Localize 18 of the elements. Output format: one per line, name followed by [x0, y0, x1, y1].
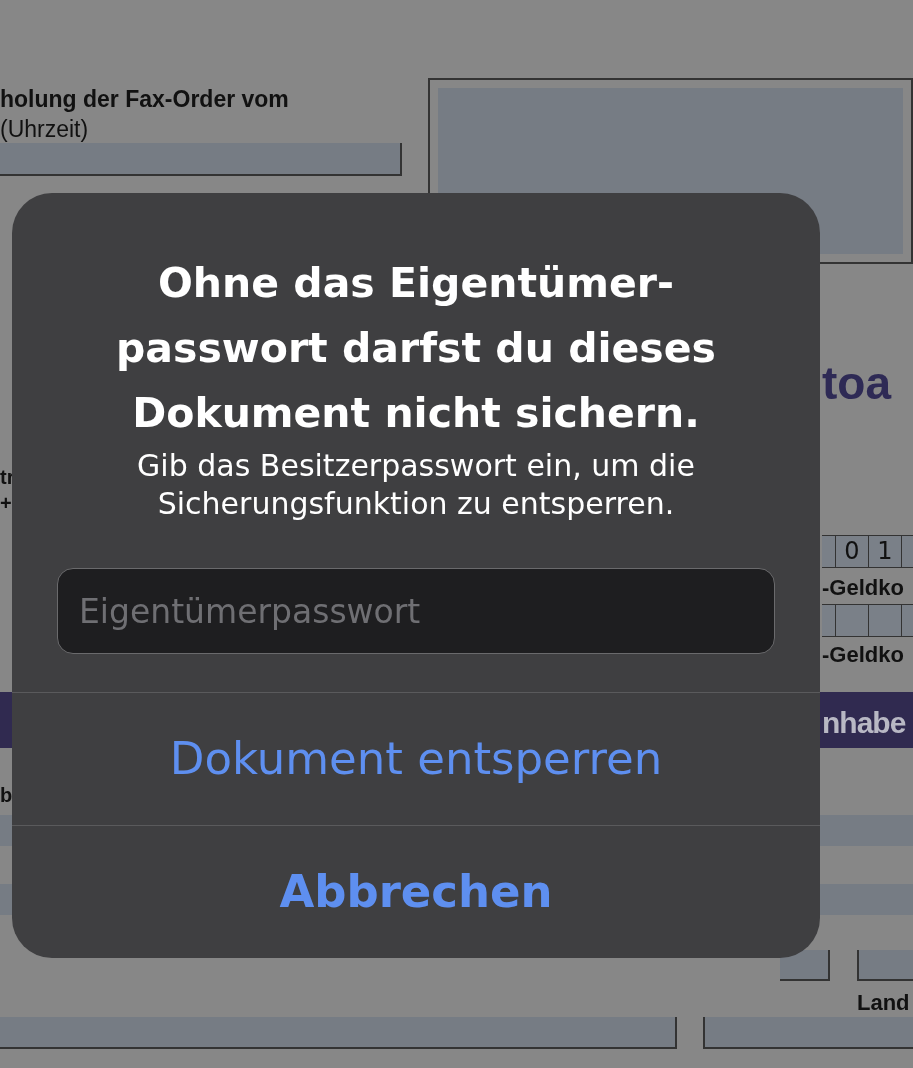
document-text: nhabe [822, 705, 906, 741]
document-text: toa [822, 360, 891, 406]
document-text: -Geldko [822, 641, 904, 669]
document-text: b [0, 783, 13, 808]
form-field [857, 950, 913, 981]
document-text: + [0, 491, 12, 516]
form-field [780, 950, 830, 981]
alert-button[interactable]: Abbrechen [12, 825, 820, 958]
document-text: holung der Fax-Order vom [0, 85, 289, 114]
alert-title: Ohne das Eigentümer- passwort darfst du dieses Dokument nicht sichern. [116, 258, 716, 439]
document-text: Land [857, 989, 910, 1017]
alert-button[interactable]: Dokument entsperren [12, 692, 820, 825]
digit-cell: 0 [836, 536, 869, 567]
alert-message: Gib das Besitzerpasswort ein, um die Sicherungsfunktion zu entsperren. [137, 447, 695, 523]
password-field[interactable]: Eigentümerpasswort [57, 568, 775, 654]
document-text: -Geldko [822, 574, 904, 602]
document-text: (Uhrzeit) [0, 115, 89, 144]
digit-cell: 1 [869, 536, 902, 567]
